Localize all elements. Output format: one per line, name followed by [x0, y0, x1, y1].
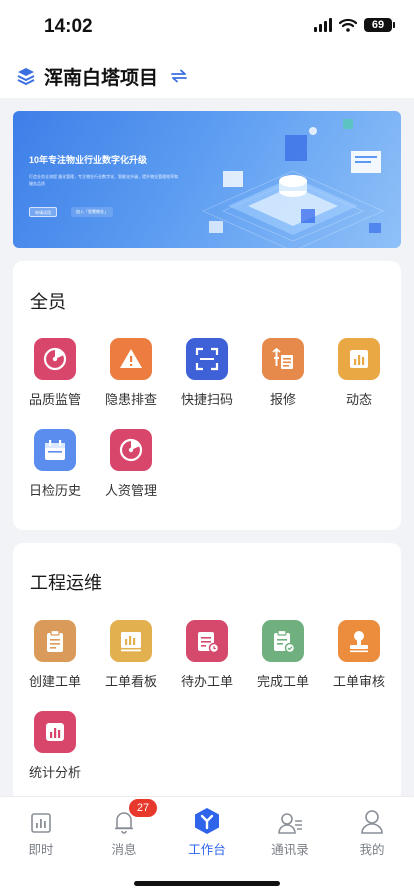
home-indicator[interactable] [134, 881, 280, 886]
grid-label: 品质监管 [28, 392, 81, 407]
grid-label: 动态 [345, 392, 372, 407]
tab-profile[interactable]: 我的 [337, 805, 407, 858]
grid-item-quality[interactable]: 品质监管 [17, 338, 93, 408]
promo-banner[interactable]: 10年专注物业行业数字化升级 打造业务全流程 量化管理，专注物业行业数字化、智能… [13, 111, 401, 248]
warning-icon [110, 338, 152, 380]
radar-icon [110, 429, 152, 471]
grid-item-scan[interactable]: 快捷扫码 [169, 338, 245, 408]
grid-item-order-review[interactable]: 工单审核 [321, 620, 397, 690]
tab-messages[interactable]: 27 消息 [89, 799, 159, 858]
grid-label: 隐患排查 [104, 392, 157, 407]
tab-label: 消息 [111, 843, 137, 857]
workbench-icon [172, 805, 242, 835]
repair-icon [262, 338, 304, 380]
status-time: 14:02 [44, 16, 93, 37]
todo-icon [186, 620, 228, 662]
grid-label: 日检历史 [28, 483, 81, 498]
section-engineering-title: 工程运维 [30, 573, 102, 593]
contacts-icon [255, 805, 325, 835]
grid-item-create-order[interactable]: 创建工单 [17, 620, 93, 690]
tab-label: 我的 [359, 843, 385, 857]
grid-item-dynamics[interactable]: 动态 [321, 338, 397, 408]
grid-item-daily-history[interactable]: 日检历史 [17, 429, 93, 499]
grid-label: 统计分析 [28, 765, 81, 780]
section-engineering-card: 工程运维 创建工单 工单看板 待办工单 完成工单 工单审核 统计分析 [13, 543, 401, 803]
grid-item-done-order[interactable]: 完成工单 [245, 620, 321, 690]
signal-icon [314, 18, 332, 32]
stats-icon [34, 711, 76, 753]
grid-item-hr[interactable]: 人资管理 [93, 429, 169, 499]
tab-label: 即时 [28, 843, 54, 857]
status-bar: 14:02 69 [0, 0, 414, 54]
grid-label: 完成工单 [256, 674, 309, 689]
scan-icon [186, 338, 228, 380]
banner-trial-button[interactable]: 申请试用 [29, 207, 57, 217]
wifi-icon [339, 18, 357, 32]
tab-instant[interactable]: 即时 [6, 805, 76, 858]
grid-label: 人资管理 [104, 483, 157, 498]
grid-item-hazard[interactable]: 隐患排查 [93, 338, 169, 408]
layers-icon [17, 68, 35, 85]
grid-item-statistics[interactable]: 统计分析 [17, 711, 93, 781]
battery-indicator: 69 [364, 18, 395, 32]
calendar-icon [34, 429, 76, 471]
grid-label: 创建工单 [28, 674, 81, 689]
grid-item-todo-order[interactable]: 待办工单 [169, 620, 245, 690]
tab-label: 工作台 [188, 843, 226, 857]
instant-icon [6, 805, 76, 835]
profile-icon [337, 805, 407, 835]
grid-label: 工单看板 [104, 674, 157, 689]
board-icon [110, 620, 152, 662]
stamp-icon [338, 620, 380, 662]
chart-icon [338, 338, 380, 380]
radar-icon [34, 338, 76, 380]
grid-item-order-board[interactable]: 工单看板 [93, 620, 169, 690]
tab-workbench[interactable]: 工作台 [172, 805, 242, 858]
grid-item-repair[interactable]: 报修 [245, 338, 321, 408]
grid-label: 报修 [269, 392, 296, 407]
banner-title: 10年专注物业行业数字化升级 [29, 155, 148, 165]
app-header: 浑南白塔项目 [0, 54, 414, 98]
grid-label: 快捷扫码 [180, 392, 233, 407]
clipboard-icon [34, 620, 76, 662]
tab-contacts[interactable]: 通讯录 [255, 805, 325, 858]
grid-label: 待办工单 [180, 674, 233, 689]
section-all-title: 全员 [30, 292, 66, 312]
grid-label: 工单审核 [332, 674, 385, 689]
swap-icon[interactable] [170, 69, 188, 83]
banner-join-button[interactable]: 加入「智慧物业」 [71, 207, 113, 217]
done-icon [262, 620, 304, 662]
message-badge: 27 [129, 799, 157, 817]
banner-subtitle: 打造业务全流程 量化管理，专注物业行业数字化、智能化升级，提升物业管理效率和服务… [29, 174, 179, 186]
section-all-card: 全员 品质监管 隐患排查 快捷扫码 报修 动态 日检历史 人资管理 [13, 261, 401, 530]
tab-label: 通讯录 [271, 843, 309, 857]
project-title[interactable]: 浑南白塔项目 [44, 63, 158, 90]
status-icons: 69 [314, 18, 395, 32]
